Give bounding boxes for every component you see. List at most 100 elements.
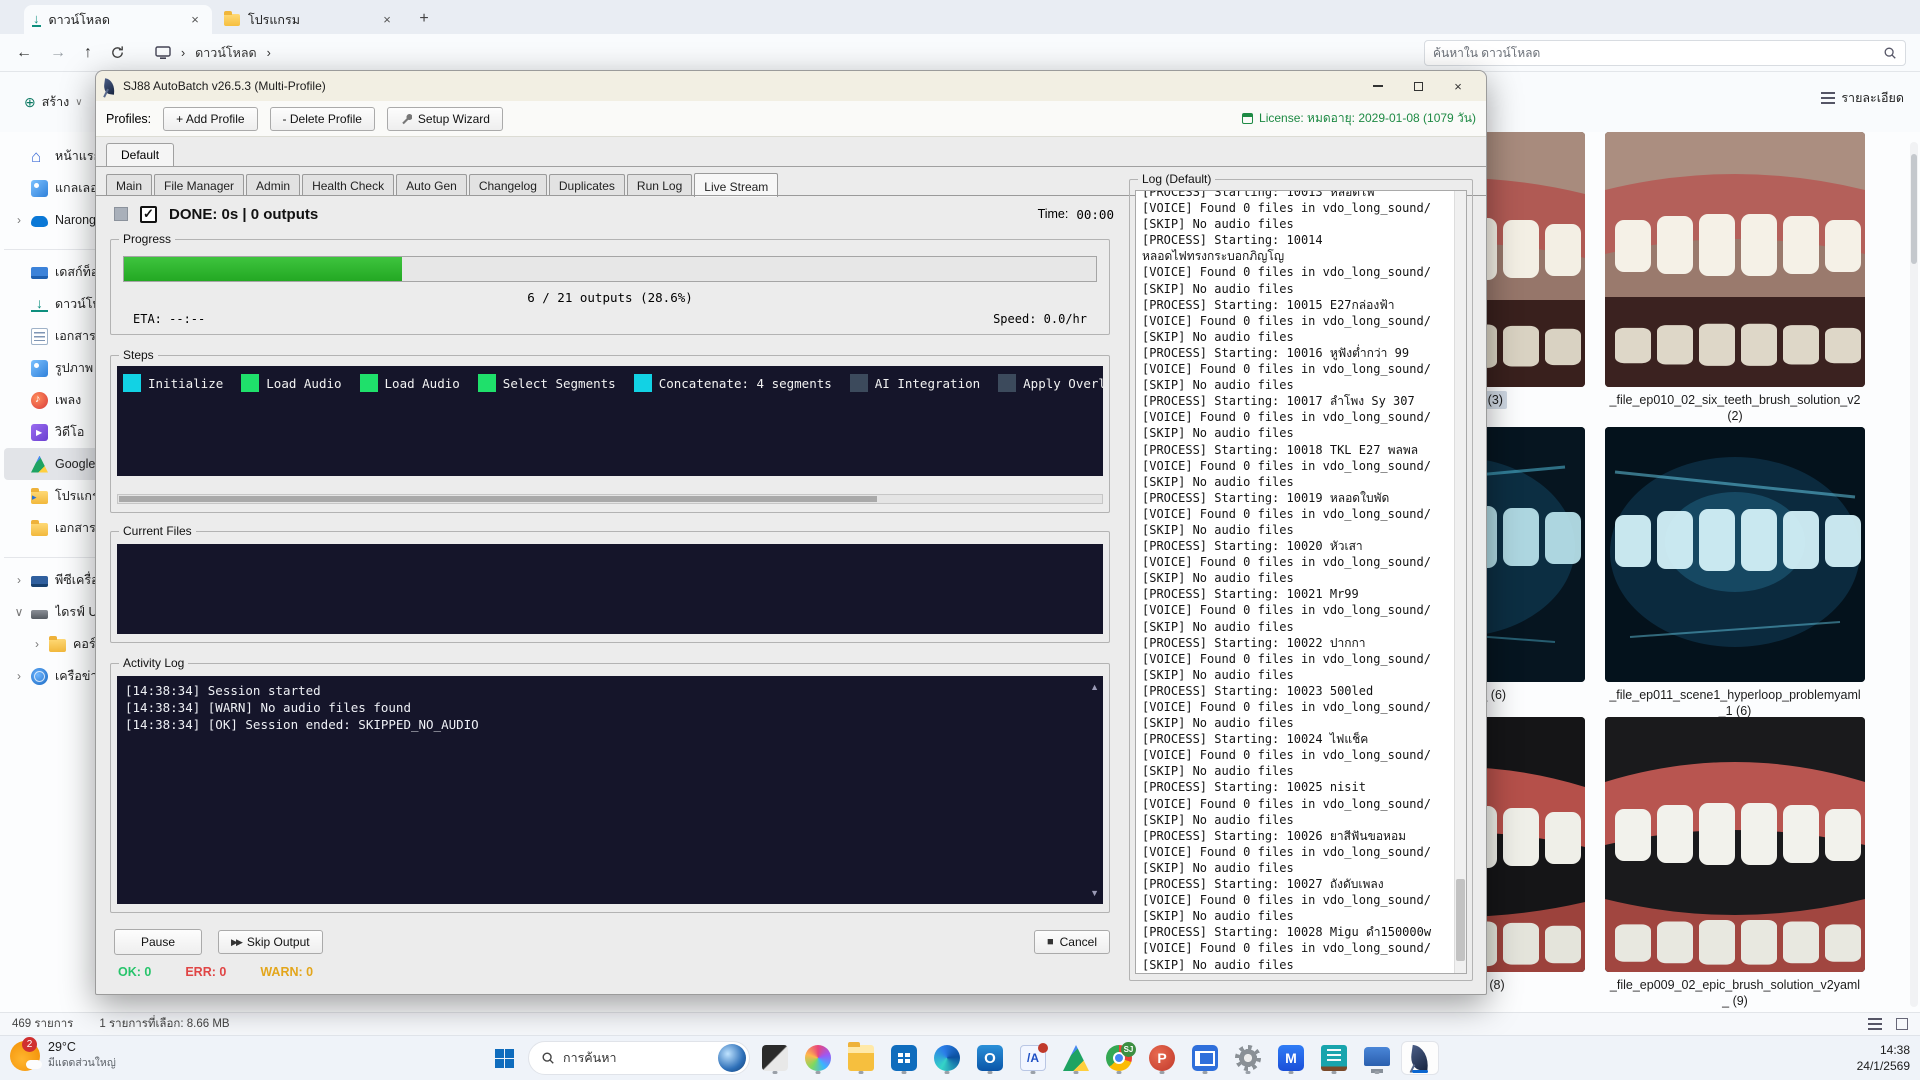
minimize-button[interactable]	[1358, 72, 1398, 100]
error-count: ERR: 0	[185, 965, 226, 979]
skip-output-button[interactable]: ▶▶ Skip Output	[218, 930, 323, 954]
refresh-icon[interactable]	[110, 45, 125, 60]
app-tab[interactable]: File Manager	[154, 174, 244, 196]
running-indicator	[902, 1071, 907, 1074]
log-line: [SKIP] No audio files	[1142, 570, 1450, 586]
app-tab[interactable]: Run Log	[627, 174, 692, 196]
scrollbar-thumb[interactable]	[1456, 879, 1465, 961]
explorer-tab-programs[interactable]: โปรแกรม ×	[216, 5, 404, 34]
file-item[interactable]: _file_ep011_scene1_hyperloop_problemyaml…	[1600, 427, 1870, 720]
up-icon[interactable]: ↑	[84, 44, 92, 62]
close-tab-icon[interactable]: ×	[186, 11, 204, 29]
scrollbar-thumb[interactable]	[1911, 154, 1917, 264]
new-item-button[interactable]: ⊕ สร้าง ∨	[14, 86, 93, 118]
activity-log-output[interactable]: [14:38:34] Session started[14:38:34] [WA…	[117, 676, 1103, 904]
app-tab[interactable]: Health Check	[302, 174, 394, 196]
log-line: [SKIP] No audio files	[1142, 329, 1450, 345]
file-item[interactable]: _file_ep009_02_epic_brush_solution_v2yam…	[1600, 717, 1870, 1010]
back-icon[interactable]: ←	[16, 44, 32, 62]
done-checkbox[interactable]: ✓	[140, 206, 157, 223]
log-scrollbar[interactable]	[1454, 191, 1466, 973]
task-view-icon[interactable]	[756, 1041, 794, 1075]
scroll-up-icon[interactable]: ▲	[1090, 682, 1099, 692]
log-line: [PROCESS] Starting: 10018 TKL E27 พลพล	[1142, 442, 1450, 458]
running-indicator	[1332, 1071, 1337, 1074]
close-button[interactable]: ×	[1438, 72, 1478, 100]
app-tab[interactable]: Admin	[246, 174, 300, 196]
pc-app-icon[interactable]	[1358, 1041, 1396, 1075]
file-explorer-icon[interactable]	[842, 1041, 880, 1075]
running-indicator	[1246, 1071, 1251, 1074]
breadcrumb-sep: ›	[181, 46, 185, 60]
file-name[interactable]: _file_ep009_02_epic_brush_solution_v2yam…	[1603, 976, 1868, 1010]
app-tab[interactable]: Live Stream	[694, 173, 778, 197]
log-line: [SKIP] No audio files	[1142, 715, 1450, 731]
close-tab-icon[interactable]: ×	[378, 11, 396, 29]
list-view-icon[interactable]	[1868, 1018, 1882, 1030]
scrollbar-thumb[interactable]	[119, 496, 877, 502]
app-tab[interactable]: Main	[106, 174, 152, 196]
profile-tab-default[interactable]: Default	[106, 143, 174, 166]
outlook-icon[interactable]: O	[971, 1041, 1009, 1075]
app-tab[interactable]: Duplicates	[549, 174, 625, 196]
step-chip: Initialize	[123, 374, 223, 392]
app-tab[interactable]: Changelog	[469, 174, 547, 196]
steps-canvas: Initialize Load Audio Load Audio	[117, 366, 1103, 476]
system-clock[interactable]: 14:38 24/1/2569	[1857, 1042, 1910, 1074]
running-indicator	[1375, 1071, 1380, 1074]
google-drive-icon[interactable]	[1057, 1041, 1095, 1075]
steps-group: Steps Initialize Load Audio	[110, 355, 1110, 513]
explorer-search-input[interactable]: ค้นหาใน ดาวน์โหลด	[1424, 40, 1906, 66]
steps-horizontal-scrollbar[interactable]	[117, 494, 1103, 504]
new-tab-button[interactable]: +	[412, 8, 436, 32]
maximize-button[interactable]	[1398, 72, 1438, 100]
m365-icon[interactable]: M	[1272, 1041, 1310, 1075]
large-icons-view-icon[interactable]	[1896, 1018, 1908, 1030]
cancel-button[interactable]: ■ Cancel	[1034, 930, 1110, 954]
edge-icon[interactable]	[928, 1041, 966, 1075]
notes-icon[interactable]	[1315, 1041, 1353, 1075]
app-window-icon[interactable]	[1186, 1041, 1224, 1075]
explorer-scrollbar[interactable]	[1910, 142, 1918, 1007]
explorer-tab-downloads[interactable]: ↓ ดาวน์โหลด ×	[24, 5, 212, 34]
powerpoint-icon[interactable]: P	[1143, 1041, 1181, 1075]
app-title-bar[interactable]: SJ88 AutoBatch v26.5.3 (Multi-Profile) ×	[96, 71, 1486, 101]
step-label: Concatenate: 4 segments	[659, 376, 832, 391]
taskbar-search[interactable]: การค้นหา	[528, 1041, 750, 1075]
setup-wizard-label: Setup Wizard	[418, 112, 490, 126]
setup-wizard-button[interactable]: Setup Wizard	[387, 107, 503, 131]
breadcrumb[interactable]: › ดาวน์โหลด ›	[155, 43, 271, 63]
stop-icon[interactable]	[114, 207, 128, 221]
search-highlight-image	[718, 1044, 746, 1072]
log-output[interactable]: [PROCESS] Starting: 10013 หลอดไฟ[VOICE] …	[1135, 190, 1467, 974]
skip-icon: ▶▶	[231, 937, 241, 948]
copilot-icon[interactable]	[799, 1041, 837, 1075]
app-tab[interactable]: Auto Gen	[396, 174, 467, 196]
file-item[interactable]: _file_ep010_02_six_teeth_brush_solution_…	[1600, 132, 1870, 425]
app-glyph	[762, 1045, 788, 1071]
add-profile-button[interactable]: + Add Profile	[163, 107, 257, 131]
document-app-icon[interactable]: /A	[1014, 1041, 1052, 1075]
file-name[interactable]: _file_ep011_scene1_hyperloop_problemyaml…	[1603, 686, 1868, 720]
running-indicator	[1289, 1071, 1294, 1074]
progress-group-title: Progress	[119, 232, 175, 246]
step-chip: Concatenate: 4 segments	[634, 374, 832, 392]
details-view-button[interactable]: รายละเอียด	[1821, 88, 1904, 108]
step-color-box	[850, 374, 868, 392]
forward-icon[interactable]: →	[50, 44, 66, 62]
step-color-box	[998, 374, 1016, 392]
file-name[interactable]: _file_ep010_02_six_teeth_brush_solution_…	[1603, 391, 1868, 425]
chrome-icon[interactable]: SJ	[1100, 1041, 1138, 1075]
autobatch-feather-icon[interactable]	[1401, 1041, 1439, 1075]
delete-profile-button[interactable]: - Delete Profile	[270, 107, 375, 131]
microsoft-store-icon[interactable]	[885, 1041, 923, 1075]
log-line: [PROCESS] Starting: 10021 Mr99	[1142, 586, 1450, 602]
breadcrumb-item[interactable]: ดาวน์โหลด	[195, 43, 256, 63]
step-color-box	[634, 374, 652, 392]
settings-icon[interactable]	[1229, 1041, 1267, 1075]
pause-button[interactable]: Pause	[114, 929, 202, 955]
scroll-down-icon[interactable]: ▼	[1090, 888, 1099, 898]
search-icon	[541, 1051, 555, 1065]
start-button[interactable]	[486, 1041, 522, 1075]
weather-widget[interactable]: 2 29°C มีแดดส่วนใหญ่	[10, 1040, 116, 1071]
